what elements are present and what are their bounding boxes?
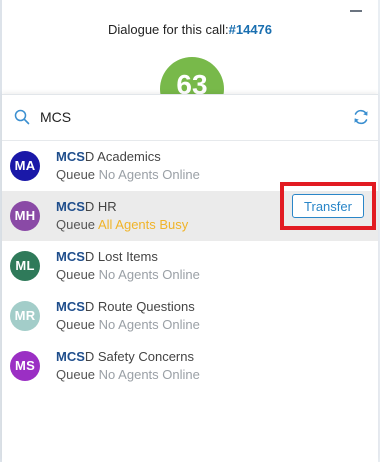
- avatar: MA: [10, 151, 40, 181]
- queue-status: Queue No Agents Online: [56, 367, 200, 382]
- queue-name-rest: D Lost Items: [84, 249, 158, 264]
- avatar: MR: [10, 301, 40, 331]
- queue-label: Queue: [56, 367, 96, 382]
- queue-name-rest: D Academics: [84, 149, 161, 164]
- refresh-icon[interactable]: [352, 108, 370, 126]
- queue-status: Queue No Agents Online: [56, 317, 200, 332]
- status-text: All Agents Busy: [97, 217, 189, 232]
- avatar: ML: [10, 251, 40, 281]
- queue-name: MCSD Lost Items: [56, 249, 158, 264]
- call-header: Dialogue for this call:#14476: [0, 22, 380, 37]
- queue-name: MCSD Safety Concerns: [56, 349, 194, 364]
- status-text: No Agents Online: [98, 317, 200, 332]
- queue-status: Queue No Agents Online: [56, 267, 200, 282]
- search-input[interactable]: [40, 106, 330, 128]
- queue-name: MCSD Academics: [56, 149, 161, 164]
- queue-status: Queue No Agents Online: [56, 167, 200, 182]
- queue-item-route-questions[interactable]: MR MCSD Route Questions Queue No Agents …: [2, 291, 378, 341]
- dialogue-label: Dialogue for this call:: [107, 22, 229, 37]
- queue-item-lost-items[interactable]: ML MCSD Lost Items Queue No Agents Onlin…: [2, 241, 378, 291]
- minimize-button[interactable]: [350, 10, 362, 12]
- search-match: MCS: [56, 149, 85, 164]
- queue-name-rest: D Route Questions: [84, 299, 195, 314]
- search-match: MCS: [56, 299, 85, 314]
- queue-label: Queue: [56, 317, 96, 332]
- search-match: MCS: [56, 199, 85, 214]
- search-icon: [14, 109, 30, 125]
- search-match: MCS: [56, 249, 85, 264]
- search-match: MCS: [56, 349, 85, 364]
- call-number-link[interactable]: #14476: [229, 22, 272, 37]
- queue-name: MCSD HR: [56, 199, 117, 214]
- queue-status: Queue All Agents Busy: [56, 217, 188, 232]
- queue-label: Queue: [56, 267, 96, 282]
- queue-item-hr[interactable]: MH MCSD HR Queue All Agents Busy Transfe…: [2, 182, 378, 241]
- avatar: MH: [10, 201, 40, 231]
- status-text: No Agents Online: [98, 267, 200, 282]
- queue-name-rest: D HR: [84, 199, 117, 214]
- transfer-panel: MA MCSD Academics Queue No Agents Online…: [2, 94, 378, 462]
- queue-label: Queue: [56, 167, 96, 182]
- search-bar: [2, 95, 378, 141]
- queue-item-safety-concerns[interactable]: MS MCSD Safety Concerns Queue No Agents …: [2, 341, 378, 391]
- queue-label: Queue: [56, 217, 96, 232]
- queue-list: MA MCSD Academics Queue No Agents Online…: [2, 141, 378, 391]
- queue-name: MCSD Route Questions: [56, 299, 195, 314]
- status-text: No Agents Online: [98, 367, 200, 382]
- status-text: No Agents Online: [98, 167, 200, 182]
- avatar: MS: [10, 351, 40, 381]
- transfer-button[interactable]: Transfer: [292, 194, 364, 218]
- queue-name-rest: D Safety Concerns: [84, 349, 194, 364]
